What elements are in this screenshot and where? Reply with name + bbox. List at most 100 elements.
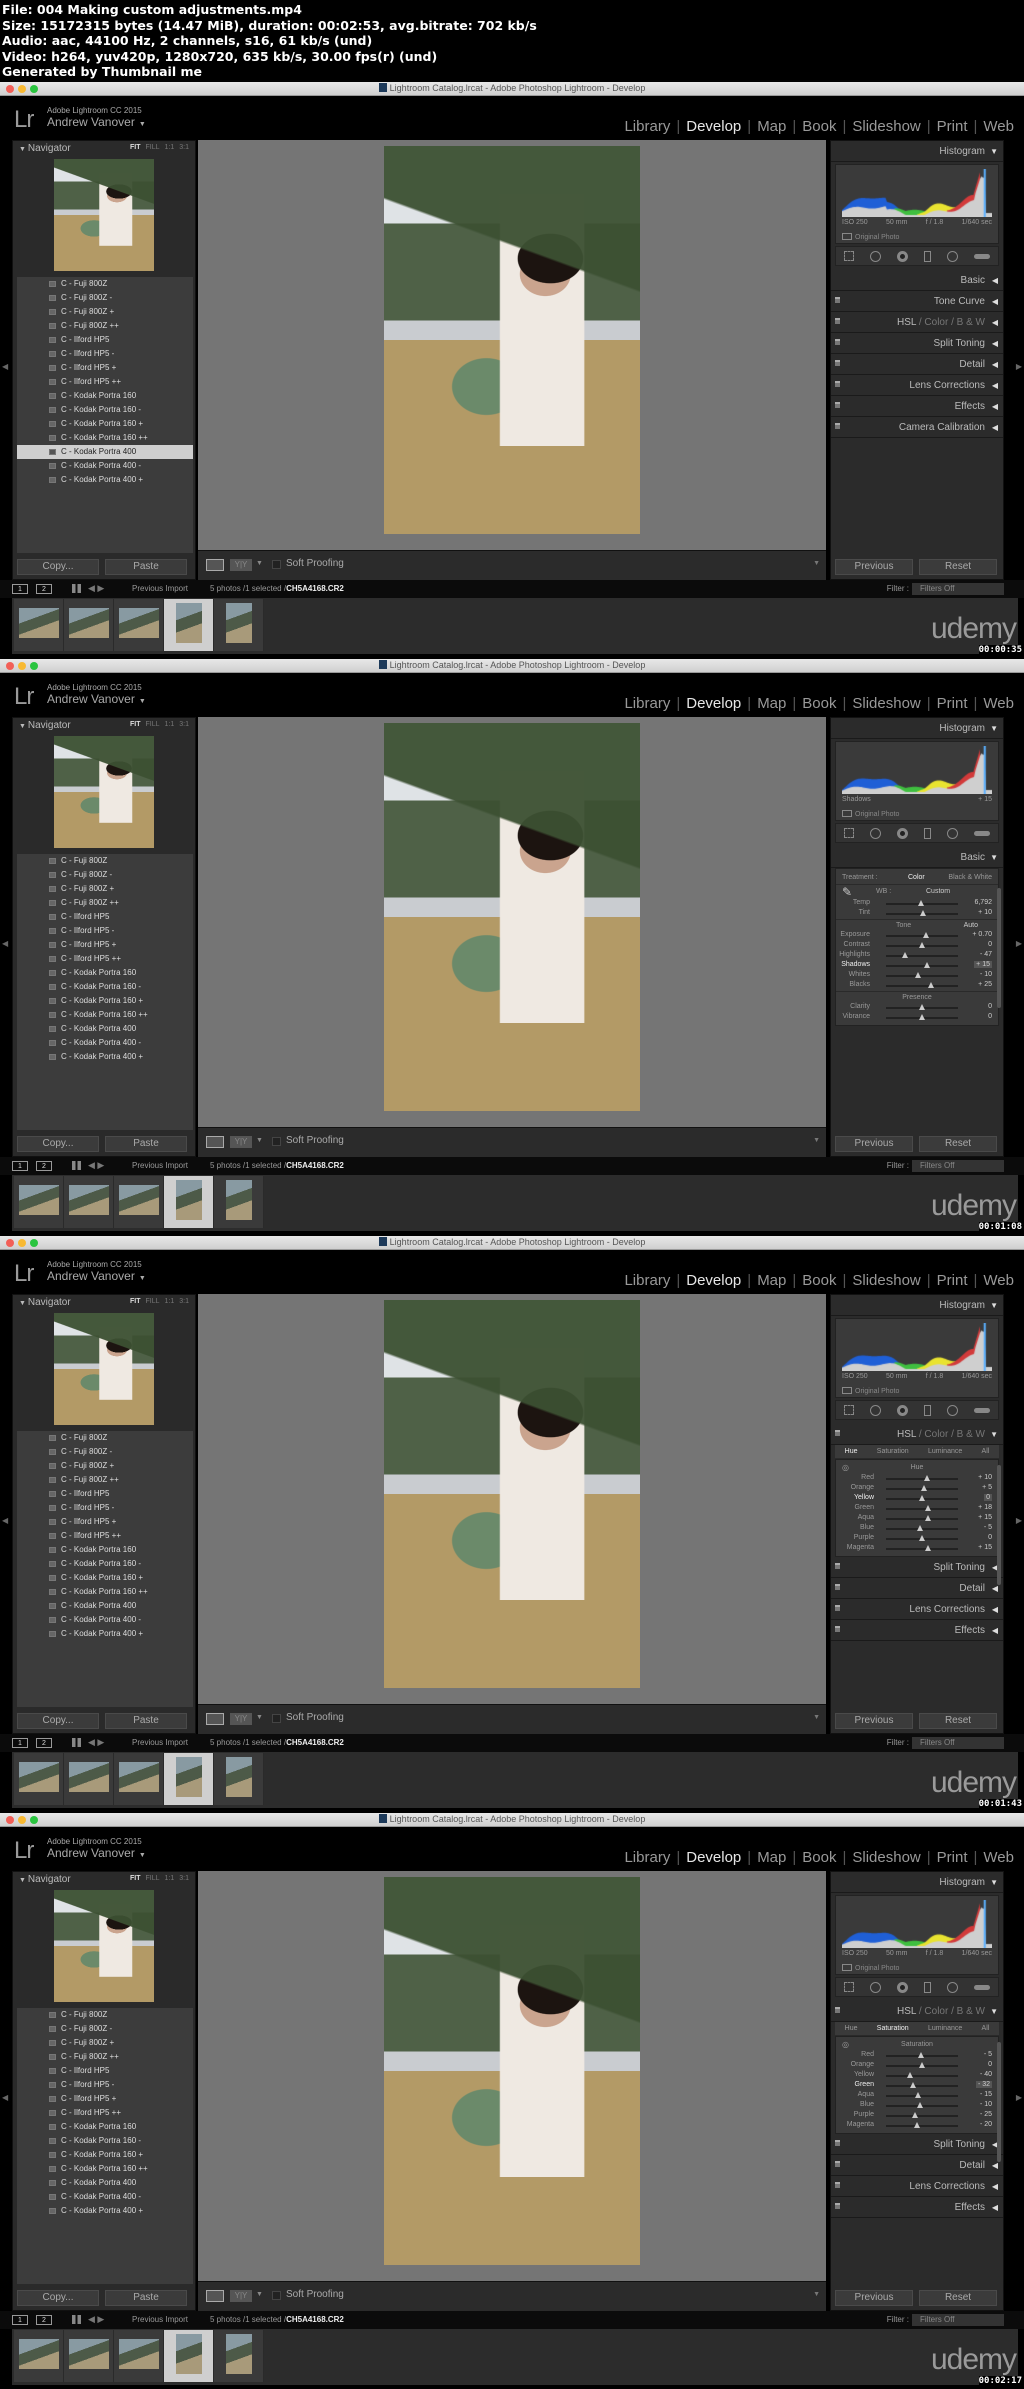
histogram-graph[interactable] xyxy=(842,169,992,217)
panel-switch[interactable] xyxy=(835,297,840,303)
crop-tool-icon[interactable] xyxy=(844,1982,854,1992)
toolbar-menu[interactable]: ▼ xyxy=(813,560,820,567)
toolbar-menu[interactable]: ▼ xyxy=(813,1137,820,1144)
copy-button[interactable]: Copy... xyxy=(17,559,99,575)
module-map[interactable]: Map xyxy=(753,1849,790,1866)
slider-value[interactable]: + 10 xyxy=(978,909,992,916)
panel-switch[interactable] xyxy=(835,2140,840,2146)
preset-item[interactable]: C - Ilford HP5 xyxy=(17,333,193,347)
panel-split-toning[interactable]: Split Toning ◀ xyxy=(831,333,1003,354)
panel-switch[interactable] xyxy=(835,1584,840,1590)
preset-item[interactable]: C - Kodak Portra 160 xyxy=(17,1543,193,1557)
collapse-icon[interactable]: ◀ xyxy=(992,312,998,333)
filmstrip-count[interactable]: 5 photos /1 selected /CH5A4168.CR2 xyxy=(210,1161,344,1170)
left-panel-toggle[interactable]: ◀ xyxy=(2,362,8,371)
hsl-tab-all[interactable]: All xyxy=(982,1445,990,1458)
preset-item[interactable]: C - Kodak Portra 160 ++ xyxy=(17,1008,193,1022)
panel-switch[interactable] xyxy=(835,381,840,387)
slider-knob[interactable] xyxy=(922,932,929,938)
grid-view-icon[interactable] xyxy=(72,584,81,593)
left-panel-toggle[interactable]: ◀ xyxy=(2,939,8,948)
filmstrip-thumbnail[interactable] xyxy=(214,2330,264,2382)
loupe-view-button[interactable] xyxy=(206,2290,224,2302)
slider-value[interactable]: - 5 xyxy=(984,1524,992,1531)
previous-button[interactable]: Previous xyxy=(835,559,913,575)
navigator-header[interactable]: ▼ Navigator FIT FILL 1:1 3:1 xyxy=(19,1874,189,1888)
zoom-option-fill[interactable]: FILL xyxy=(146,1298,160,1305)
collapse-icon[interactable]: ▼ xyxy=(990,2001,998,2022)
soft-proofing-checkbox[interactable] xyxy=(272,1137,281,1146)
paste-button[interactable]: Paste xyxy=(105,1136,187,1152)
slider-track[interactable] xyxy=(886,1535,958,1541)
module-develop[interactable]: Develop xyxy=(682,118,745,135)
graduated-filter-icon[interactable] xyxy=(924,250,931,262)
slider-value[interactable]: + 18 xyxy=(978,1504,992,1511)
navigator-header[interactable]: ▼ Navigator FIT FILL 1:1 3:1 xyxy=(19,720,189,734)
adjustment-brush-icon[interactable] xyxy=(974,1984,990,1990)
slider-value[interactable]: 0 xyxy=(988,1013,992,1020)
spot-removal-icon[interactable] xyxy=(870,1404,881,1416)
radial-filter-icon[interactable] xyxy=(947,1404,958,1416)
slider-value[interactable]: - 5 xyxy=(984,2051,992,2058)
preset-item[interactable]: C - Kodak Portra 400 + xyxy=(17,473,193,487)
filmstrip-thumbnail[interactable] xyxy=(14,2330,64,2382)
preset-item[interactable]: C - Ilford HP5 ++ xyxy=(17,1529,193,1543)
preset-item[interactable]: C - Fuji 800Z + xyxy=(17,2036,193,2050)
filmstrip-count[interactable]: 5 photos /1 selected /CH5A4168.CR2 xyxy=(210,584,344,593)
module-library[interactable]: Library xyxy=(620,1272,674,1289)
zoom-option-fill[interactable]: FILL xyxy=(146,1875,160,1882)
slider-knob[interactable] xyxy=(919,942,925,948)
slider-knob[interactable] xyxy=(924,1515,931,1521)
histogram-graph[interactable] xyxy=(842,746,992,794)
before-after-button[interactable]: Y|Y xyxy=(230,559,252,571)
preset-item[interactable]: C - Kodak Portra 160 + xyxy=(17,2148,193,2162)
histogram-graph[interactable] xyxy=(842,1323,992,1371)
slider-knob[interactable] xyxy=(916,1525,923,1531)
copy-button[interactable]: Copy... xyxy=(17,2290,99,2306)
adjustment-brush-icon[interactable] xyxy=(974,253,990,259)
slider-track[interactable] xyxy=(886,1515,958,1521)
slider-green[interactable]: Green + 18 xyxy=(836,1504,998,1514)
loupe-view-button[interactable] xyxy=(206,559,224,571)
zoom-option-fit[interactable]: FIT xyxy=(130,1298,141,1305)
slider-value[interactable]: - 40 xyxy=(980,2071,992,2078)
panel-switch[interactable] xyxy=(835,339,840,345)
collapse-icon[interactable]: ◀ xyxy=(992,354,998,375)
preset-item[interactable]: C - Ilford HP5 ++ xyxy=(17,375,193,389)
secondary-window-button[interactable]: 2 xyxy=(36,1161,52,1171)
slider-track[interactable] xyxy=(886,2062,958,2068)
filmstrip-thumbnail[interactable] xyxy=(14,599,64,651)
slider-knob[interactable] xyxy=(916,2102,923,2108)
right-panel-scrollbar[interactable] xyxy=(997,888,1001,1008)
slider-blue[interactable]: Blue - 10 xyxy=(836,2101,998,2111)
panel-header[interactable]: Histogram ▼ xyxy=(831,1872,1003,1893)
preset-item[interactable]: C - Fuji 800Z + xyxy=(17,1459,193,1473)
preset-item[interactable]: C - Kodak Portra 400 - xyxy=(17,459,193,473)
copy-button[interactable]: Copy... xyxy=(17,1713,99,1729)
main-photo[interactable] xyxy=(384,1300,640,1688)
slider-orange[interactable]: Orange + 5 xyxy=(836,1484,998,1494)
slider-knob[interactable] xyxy=(921,1485,928,1491)
preset-item[interactable]: C - Ilford HP5 ++ xyxy=(17,2106,193,2120)
module-slideshow[interactable]: Slideshow xyxy=(848,695,924,712)
user-name[interactable]: Andrew Vanover ▼ xyxy=(47,1269,146,1283)
secondary-window-button[interactable]: 2 xyxy=(36,584,52,594)
preset-item[interactable]: C - Ilford HP5 - xyxy=(17,347,193,361)
slider-track[interactable] xyxy=(886,1525,958,1531)
panel-switch[interactable] xyxy=(835,423,840,429)
slider-magenta[interactable]: Magenta + 15 xyxy=(836,1544,998,1554)
right-panel-toggle[interactable]: ▶ xyxy=(1016,939,1022,948)
hsl-mode-bw[interactable]: B & W xyxy=(957,1429,985,1440)
before-after-dropdown[interactable]: ▼ xyxy=(256,560,263,567)
preset-item[interactable]: C - Kodak Portra 400 xyxy=(17,1022,193,1036)
panel-hsl-color-b-w[interactable]: HSL / Color / B & W ◀ xyxy=(831,312,1003,333)
slider-clarity[interactable]: Clarity 0 xyxy=(836,1003,998,1013)
slider-knob[interactable] xyxy=(924,1545,931,1551)
preset-item[interactable]: C - Ilford HP5 xyxy=(17,910,193,924)
slider-track[interactable] xyxy=(886,1475,958,1481)
slider-track[interactable] xyxy=(886,1495,958,1501)
panel-switch[interactable] xyxy=(835,402,840,408)
preset-item[interactable]: C - Ilford HP5 xyxy=(17,2064,193,2078)
panel-split-toning[interactable]: Split Toning ◀ xyxy=(831,1557,1003,1578)
slider-value[interactable]: + 15 xyxy=(974,961,992,968)
